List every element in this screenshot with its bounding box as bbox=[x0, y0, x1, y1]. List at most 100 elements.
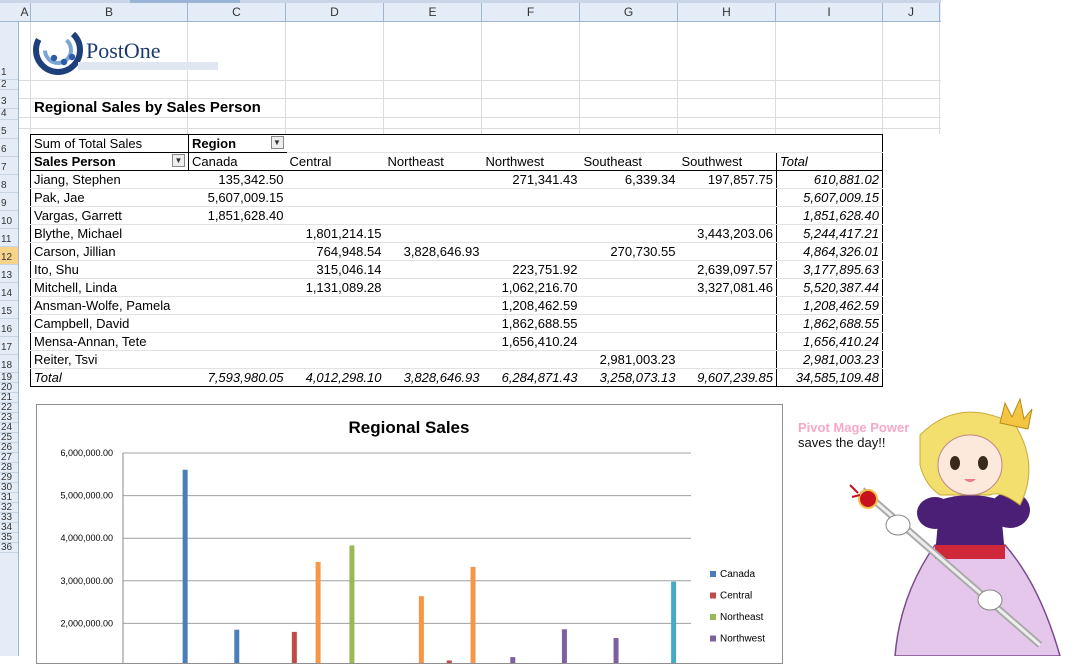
pivot-value-cell[interactable] bbox=[188, 278, 287, 297]
pivot-value-cell[interactable] bbox=[286, 332, 385, 351]
row-header-6[interactable]: 6 bbox=[0, 139, 18, 157]
pivot-value-cell[interactable]: 135,342.50 bbox=[188, 170, 287, 189]
pivot-value-cell[interactable] bbox=[482, 188, 581, 207]
pivot-column-field[interactable]: Region ▼ bbox=[188, 134, 287, 153]
column-total-cell[interactable]: 3,258,073.13 bbox=[580, 368, 679, 387]
pivot-value-cell[interactable] bbox=[188, 260, 287, 279]
pivot-value-cell[interactable]: 1,862,688.55 bbox=[482, 314, 581, 333]
pivot-value-cell[interactable] bbox=[286, 314, 385, 333]
pivot-value-cell[interactable] bbox=[482, 224, 581, 243]
pivot-value-cell[interactable] bbox=[384, 206, 483, 225]
pivot-value-cell[interactable]: 764,948.54 bbox=[286, 242, 385, 261]
pivot-value-cell[interactable] bbox=[580, 188, 679, 207]
pivot-row-total-cell[interactable]: 1,862,688.55 bbox=[776, 314, 883, 333]
pivot-value-cell[interactable] bbox=[482, 206, 581, 225]
grand-total-cell[interactable]: 34,585,109.48 bbox=[776, 368, 883, 387]
pivot-value-cell[interactable]: 271,341.43 bbox=[482, 170, 581, 189]
pivot-row-total-cell[interactable]: 4,864,326.01 bbox=[776, 242, 883, 261]
pivot-value-cell[interactable] bbox=[580, 260, 679, 279]
row-header-3[interactable]: 3 bbox=[0, 90, 18, 109]
pivot-value-cell[interactable] bbox=[384, 188, 483, 207]
pivot-value-cell[interactable]: 3,443,203.06 bbox=[678, 224, 777, 243]
column-header-g[interactable]: G bbox=[580, 3, 678, 21]
pivot-row-total-cell[interactable]: 5,244,417.21 bbox=[776, 224, 883, 243]
sales-person-filter-dropdown-icon[interactable]: ▼ bbox=[172, 154, 185, 167]
pivot-row-label[interactable]: Jiang, Stephen bbox=[30, 170, 189, 189]
pivot-value-cell[interactable] bbox=[188, 350, 287, 369]
pivot-value-cell[interactable] bbox=[580, 278, 679, 297]
pivot-column-header[interactable]: Southeast bbox=[580, 152, 679, 171]
column-header-e[interactable]: E bbox=[384, 3, 482, 21]
pivot-value-cell[interactable] bbox=[286, 296, 385, 315]
pivot-value-cell[interactable] bbox=[286, 350, 385, 369]
pivot-row-total-cell[interactable]: 2,981,003.23 bbox=[776, 350, 883, 369]
pivot-value-cell[interactable] bbox=[482, 242, 581, 261]
pivot-row-field[interactable]: Sales Person ▼ bbox=[30, 152, 189, 171]
pivot-row-label[interactable]: Vargas, Garrett bbox=[30, 206, 189, 225]
pivot-value-cell[interactable]: 197,857.75 bbox=[678, 170, 777, 189]
column-header-b[interactable]: B bbox=[31, 3, 188, 21]
row-header-7[interactable]: 7 bbox=[0, 157, 18, 175]
pivot-row-label[interactable]: Mensa-Annan, Tete bbox=[30, 332, 189, 351]
pivot-row-total-cell[interactable]: 610,881.02 bbox=[776, 170, 883, 189]
pivot-value-cell[interactable]: 1,208,462.59 bbox=[482, 296, 581, 315]
column-total-cell[interactable]: 9,607,239.85 bbox=[678, 368, 777, 387]
pivot-value-cell[interactable]: 315,046.14 bbox=[286, 260, 385, 279]
pivot-row-label[interactable]: Mitchell, Linda bbox=[30, 278, 189, 297]
pivot-value-cell[interactable] bbox=[188, 242, 287, 261]
pivot-row-label[interactable]: Carson, Jillian bbox=[30, 242, 189, 261]
pivot-value-cell[interactable] bbox=[580, 296, 679, 315]
pivot-value-cell[interactable] bbox=[580, 332, 679, 351]
row-header-10[interactable]: 10 bbox=[0, 211, 18, 229]
pivot-value-cell[interactable] bbox=[678, 332, 777, 351]
pivot-row-total-cell[interactable]: 5,520,387.44 bbox=[776, 278, 883, 297]
row-header-5[interactable]: 5 bbox=[0, 120, 18, 139]
pivot-row-total-cell[interactable]: 3,177,895.63 bbox=[776, 260, 883, 279]
pivot-value-cell[interactable] bbox=[580, 314, 679, 333]
pivot-row-total-cell[interactable]: 5,607,009.15 bbox=[776, 188, 883, 207]
pivot-value-cell[interactable] bbox=[384, 170, 483, 189]
column-header-c[interactable]: C bbox=[188, 3, 286, 21]
pivot-value-cell[interactable] bbox=[678, 350, 777, 369]
row-header-1[interactable]: 1 bbox=[0, 22, 18, 80]
row-header-9[interactable]: 9 bbox=[0, 193, 18, 211]
pivot-value-cell[interactable] bbox=[188, 224, 287, 243]
pivot-column-header[interactable]: Northwest bbox=[482, 152, 581, 171]
pivot-row-total-cell[interactable]: 1,851,628.40 bbox=[776, 206, 883, 225]
pivot-value-cell[interactable] bbox=[188, 332, 287, 351]
pivot-value-cell[interactable] bbox=[286, 206, 385, 225]
pivot-value-cell[interactable]: 1,656,410.24 bbox=[482, 332, 581, 351]
pivot-value-cell[interactable] bbox=[384, 350, 483, 369]
pivot-value-cell[interactable] bbox=[384, 260, 483, 279]
pivot-value-cell[interactable] bbox=[384, 224, 483, 243]
column-header-f[interactable]: F bbox=[482, 3, 580, 21]
column-total-cell[interactable]: 6,284,871.43 bbox=[482, 368, 581, 387]
pivot-value-cell[interactable] bbox=[384, 314, 483, 333]
row-header-2[interactable]: 2 bbox=[0, 80, 18, 90]
pivot-column-header[interactable]: Central bbox=[286, 152, 385, 171]
pivot-value-cell[interactable]: 2,981,003.23 bbox=[580, 350, 679, 369]
row-header-15[interactable]: 15 bbox=[0, 301, 18, 319]
pivot-table[interactable]: Sum of Total Sales Region ▼ Sales Person… bbox=[30, 134, 883, 387]
pivot-value-cell[interactable] bbox=[384, 332, 483, 351]
row-header-4[interactable]: 4 bbox=[0, 109, 18, 120]
pivot-row-label[interactable]: Pak, Jae bbox=[30, 188, 189, 207]
row-header-8[interactable]: 8 bbox=[0, 175, 18, 193]
row-header-16[interactable]: 16 bbox=[0, 319, 18, 337]
column-header-j[interactable]: J bbox=[883, 3, 940, 21]
pivot-value-cell[interactable] bbox=[678, 314, 777, 333]
column-header-a[interactable]: A bbox=[19, 3, 31, 21]
pivot-value-cell[interactable] bbox=[188, 314, 287, 333]
pivot-value-cell[interactable] bbox=[678, 242, 777, 261]
column-total-cell[interactable]: 3,828,646.93 bbox=[384, 368, 483, 387]
row-header-17[interactable]: 17 bbox=[0, 337, 18, 355]
pivot-column-header[interactable]: Northeast bbox=[384, 152, 483, 171]
pivot-value-cell[interactable]: 1,062,216.70 bbox=[482, 278, 581, 297]
column-header-i[interactable]: I bbox=[776, 3, 883, 21]
pivot-row-label[interactable]: Ansman-Wolfe, Pamela bbox=[30, 296, 189, 315]
pivot-value-cell[interactable] bbox=[384, 296, 483, 315]
pivot-row-total-cell[interactable]: 1,656,410.24 bbox=[776, 332, 883, 351]
pivot-value-cell[interactable] bbox=[678, 296, 777, 315]
row-header-13[interactable]: 13 bbox=[0, 265, 18, 283]
pivot-row-label[interactable]: Reiter, Tsvi bbox=[30, 350, 189, 369]
